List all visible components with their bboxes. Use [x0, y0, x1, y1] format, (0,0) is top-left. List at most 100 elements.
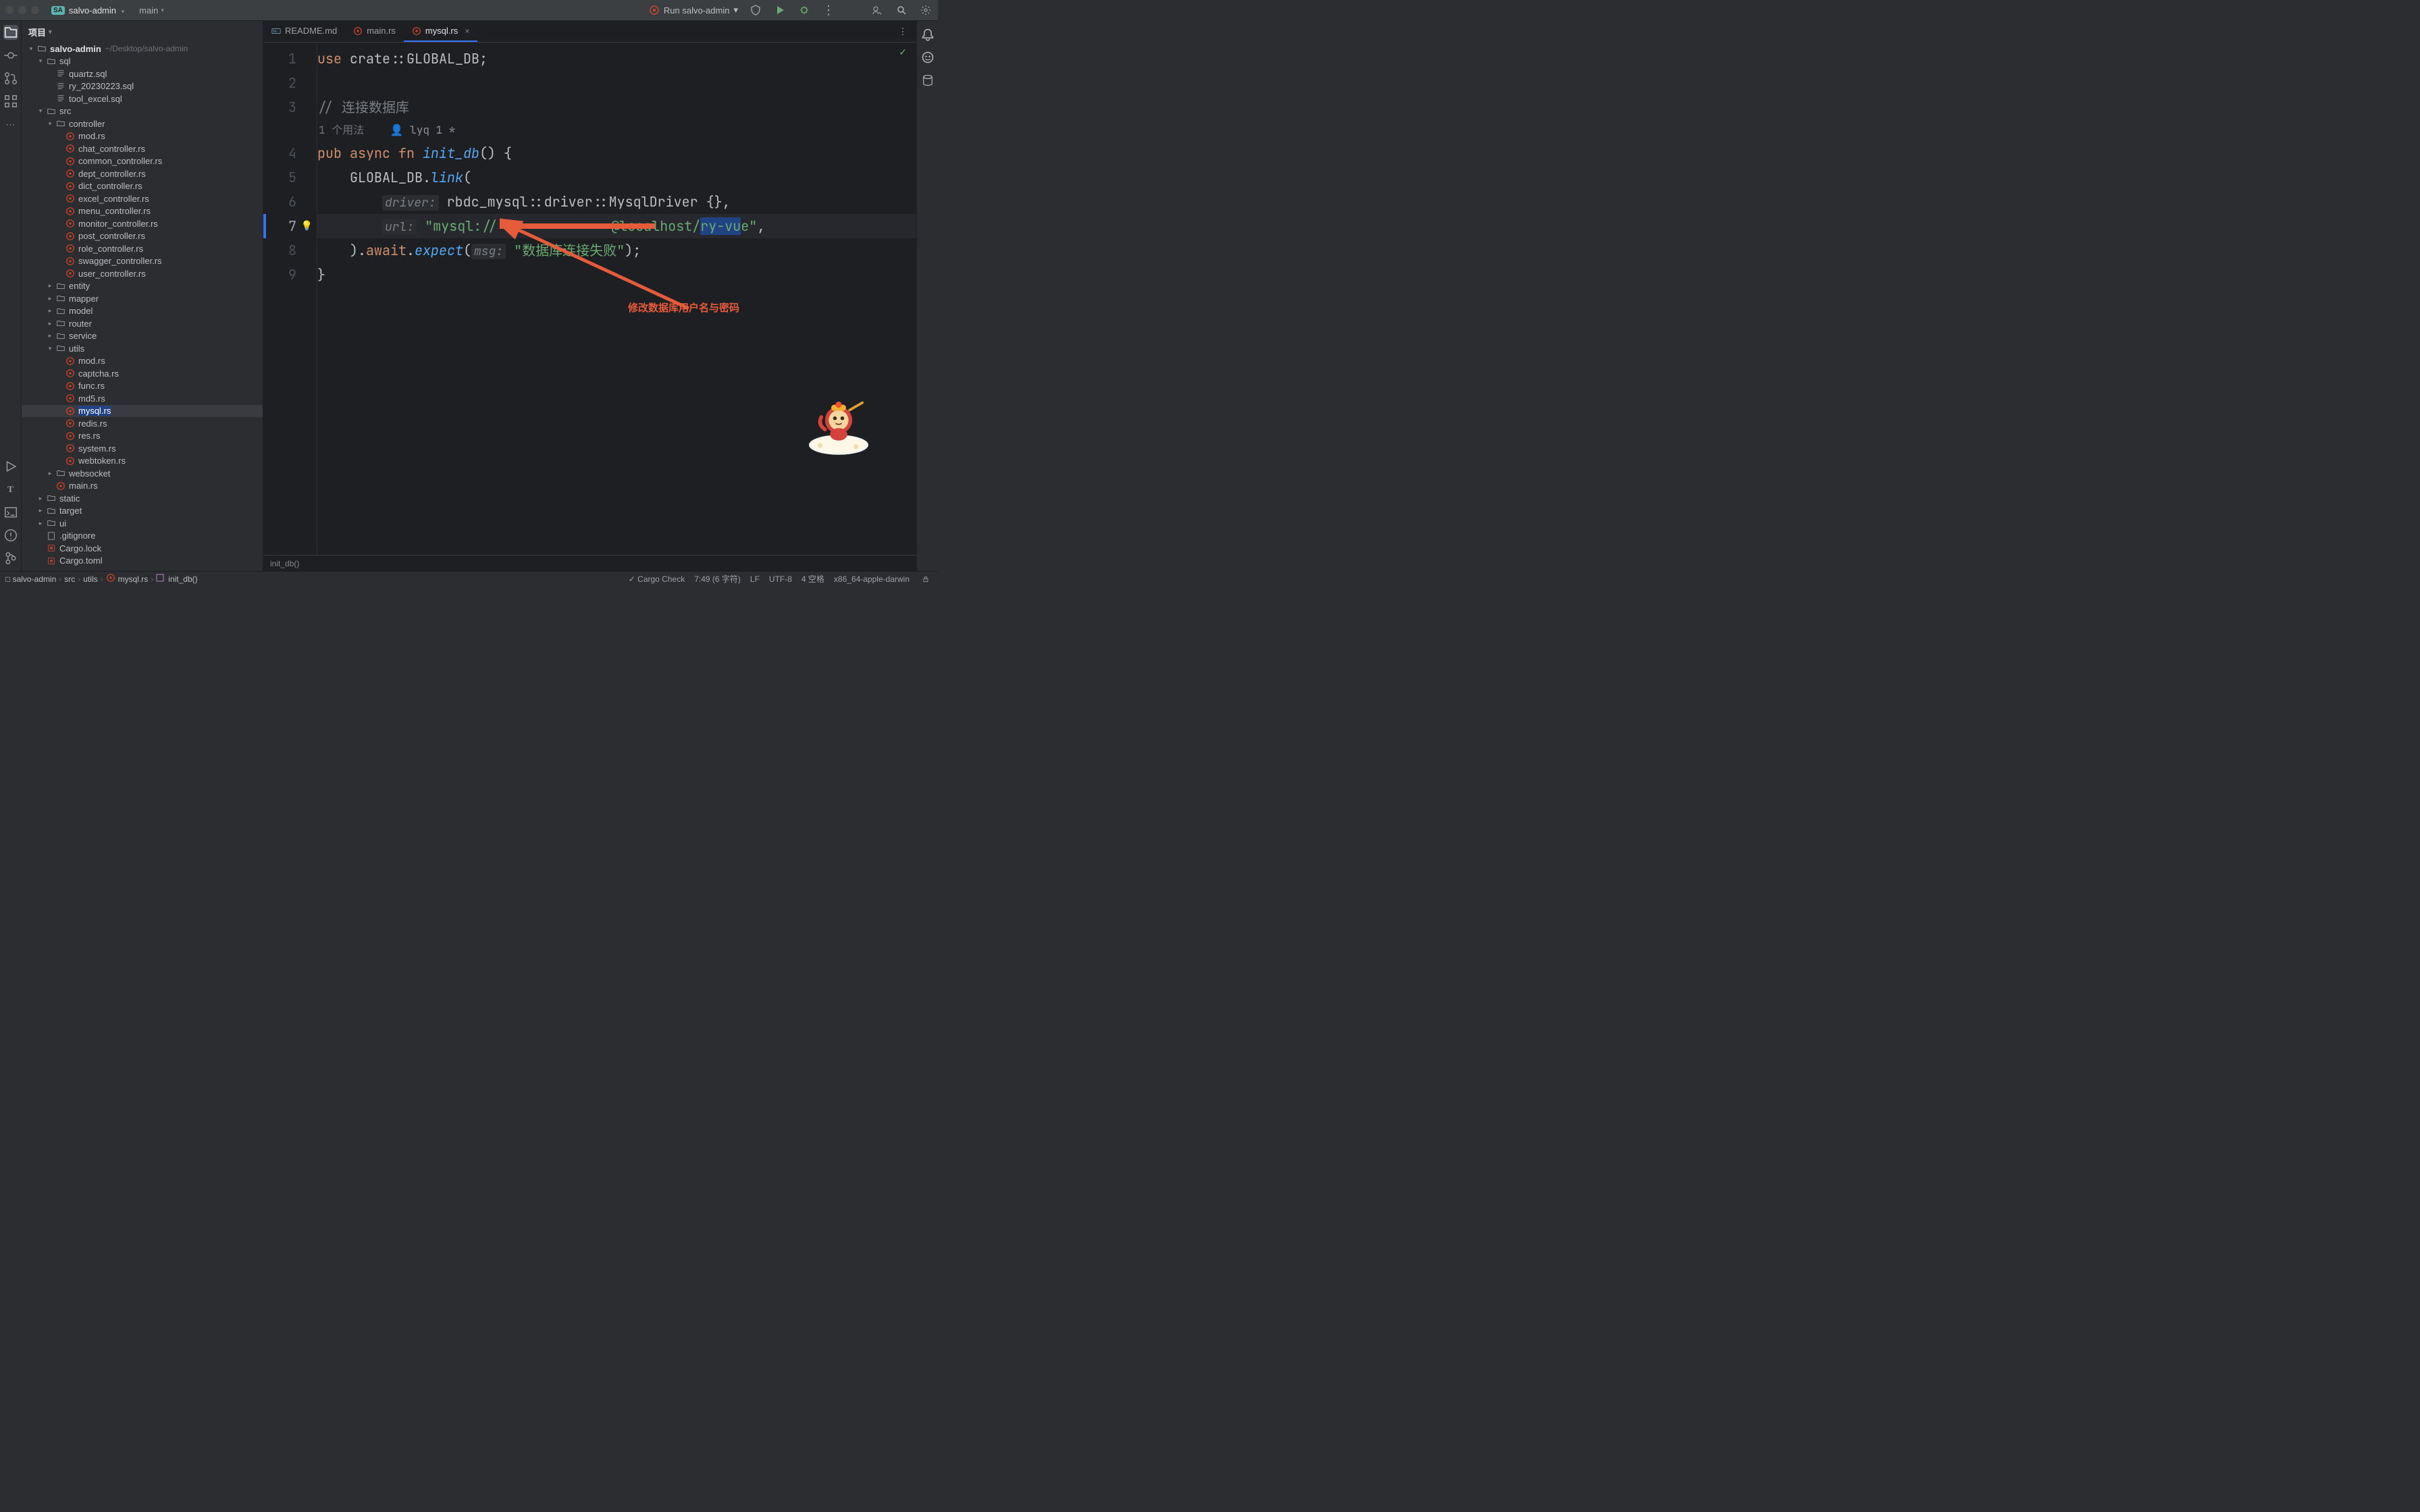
- tree-item-target[interactable]: ▸target: [22, 505, 263, 518]
- close-icon[interactable]: ×: [465, 26, 469, 36]
- tree-item-system-rs[interactable]: system.rs: [22, 442, 263, 455]
- navbar-item[interactable]: □ salvo-admin: [5, 574, 56, 584]
- tree-item-user_controller-rs[interactable]: user_controller.rs: [22, 267, 263, 280]
- tab-mysql-rs[interactable]: mysql.rs×: [404, 21, 477, 42]
- tree-item-monitor_controller-rs[interactable]: monitor_controller.rs: [22, 217, 263, 230]
- line-separator[interactable]: LF: [750, 574, 760, 584]
- tree-item-md5-rs[interactable]: md5.rs: [22, 392, 263, 405]
- project-tree[interactable]: ▾salvo-admin~/Desktop/salvo-admin▾sqlqua…: [22, 43, 263, 571]
- tree-item-captcha-rs[interactable]: captcha.rs: [22, 367, 263, 380]
- zoom-window[interactable]: [31, 6, 39, 14]
- navbar-item[interactable]: mysql.rs: [118, 574, 149, 584]
- navbar-item[interactable]: src: [64, 574, 75, 584]
- tree-item-dept_controller-rs[interactable]: dept_controller.rs: [22, 167, 263, 180]
- search-icon[interactable]: [895, 3, 908, 17]
- editor-body[interactable]: ✓ 1 2 3 4 5 6 7💡 8 9 use crate::GLOBAL_D…: [263, 43, 916, 555]
- tree-item-salvo-admin[interactable]: ▾salvo-admin~/Desktop/salvo-admin: [22, 43, 263, 55]
- tab-menu-icon[interactable]: ⋮: [896, 25, 910, 38]
- debug-button[interactable]: [797, 3, 811, 17]
- breadcrumb-item[interactable]: init_db(): [270, 559, 299, 568]
- usages-inlay[interactable]: 1 个用法 👤 lyq 1 *: [317, 123, 455, 137]
- tree-item-utils[interactable]: ▾utils: [22, 342, 263, 355]
- tree-item-redis-rs[interactable]: redis.rs: [22, 417, 263, 430]
- tab-README-md[interactable]: M↓README.md: [263, 21, 345, 42]
- tree-item-ry_20230223-sql[interactable]: ry_20230223.sql: [22, 80, 263, 93]
- more-tools[interactable]: ⋯: [3, 117, 18, 132]
- tab-main-rs[interactable]: main.rs: [345, 21, 404, 42]
- tree-item-excel_controller-rs[interactable]: excel_controller.rs: [22, 192, 263, 205]
- problems-tool[interactable]: [3, 528, 18, 543]
- tree-item--gitignore[interactable]: .gitignore: [22, 530, 263, 543]
- toolchain[interactable]: x86_64-apple-darwin: [834, 574, 910, 584]
- settings-icon[interactable]: [919, 3, 932, 17]
- tree-item-src[interactable]: ▾src: [22, 105, 263, 118]
- tree-item-service[interactable]: ▸service: [22, 330, 263, 343]
- tree-item-entity[interactable]: ▸entity: [22, 280, 263, 293]
- terminal-tool[interactable]: [3, 505, 18, 520]
- tree-item-main-rs[interactable]: main.rs: [22, 480, 263, 493]
- tree-item-sql[interactable]: ▾sql: [22, 55, 263, 68]
- intention-bulb-icon[interactable]: 💡: [301, 214, 313, 238]
- folder-icon: [46, 56, 57, 67]
- tree-item-func-rs[interactable]: func.rs: [22, 380, 263, 393]
- string: "mysql://: [417, 217, 498, 235]
- run-config-selector[interactable]: Run salvo-admin ▾: [649, 5, 738, 16]
- rust-file-icon: [65, 143, 76, 154]
- navbar-item[interactable]: init_db(): [168, 574, 197, 584]
- tree-item-webtoken-rs[interactable]: webtoken.rs: [22, 455, 263, 468]
- tree-item-model[interactable]: ▸model: [22, 305, 263, 318]
- run-button[interactable]: [773, 3, 787, 17]
- tree-item-post_controller-rs[interactable]: post_controller.rs: [22, 230, 263, 243]
- ai-assistant-icon[interactable]: [921, 51, 935, 64]
- tree-label: target: [59, 506, 82, 516]
- structure-tool[interactable]: [3, 94, 18, 109]
- tree-item-swagger_controller-rs[interactable]: swagger_controller.rs: [22, 255, 263, 268]
- tree-item-role_controller-rs[interactable]: role_controller.rs: [22, 242, 263, 255]
- encoding[interactable]: UTF-8: [769, 574, 792, 584]
- caret-position[interactable]: 7:49 (6 字符): [694, 573, 741, 585]
- tree-item-mapper[interactable]: ▸mapper: [22, 292, 263, 305]
- tree-item-router[interactable]: ▸router: [22, 317, 263, 330]
- tree-label: Cargo.toml: [59, 556, 103, 566]
- sidebar-header[interactable]: 项目 ▾: [22, 21, 263, 43]
- tree-item-mysql-rs[interactable]: mysql.rs: [22, 405, 263, 418]
- notifications-icon[interactable]: [921, 28, 935, 41]
- tree-item-common_controller-rs[interactable]: common_controller.rs: [22, 155, 263, 168]
- vcs-branch[interactable]: main ▾: [136, 5, 164, 16]
- tree-item-menu_controller-rs[interactable]: menu_controller.rs: [22, 205, 263, 218]
- readonly-lock-icon[interactable]: [919, 572, 932, 586]
- breadcrumbs[interactable]: init_db(): [263, 555, 916, 571]
- git-tool[interactable]: [3, 551, 18, 566]
- tree-item-static[interactable]: ▸static: [22, 492, 263, 505]
- tree-item-ui[interactable]: ▸ui: [22, 517, 263, 530]
- build-icon[interactable]: [749, 3, 762, 17]
- code-content[interactable]: use crate::GLOBAL_DB; // 连接数据库 1 个用法 👤 l…: [317, 43, 916, 555]
- tree-item-Cargo-lock[interactable]: Cargo.lock: [22, 542, 263, 555]
- tree-item-dict_controller-rs[interactable]: dict_controller.rs: [22, 180, 263, 193]
- cargo-check-widget[interactable]: ✓ Cargo Check: [629, 574, 685, 584]
- navbar[interactable]: □ salvo-admin›src›utils›mysql.rs›init_db…: [5, 573, 198, 585]
- tree-item-tool_excel-sql[interactable]: tool_excel.sql: [22, 92, 263, 105]
- commit-tool[interactable]: [3, 48, 18, 63]
- more-icon[interactable]: ⋮: [822, 3, 835, 17]
- tree-item-quartz-sql[interactable]: quartz.sql: [22, 68, 263, 80]
- tree-item-websocket[interactable]: ▸websocket: [22, 467, 263, 480]
- close-window[interactable]: [5, 6, 14, 14]
- tree-item-chat_controller-rs[interactable]: chat_controller.rs: [22, 142, 263, 155]
- tree-item-mod-rs[interactable]: mod.rs: [22, 355, 263, 368]
- database-tool-icon[interactable]: [921, 74, 935, 87]
- navbar-item[interactable]: utils: [83, 574, 97, 584]
- run-tool[interactable]: [3, 459, 18, 474]
- project-dropdown[interactable]: salvo-admin ▾: [69, 5, 124, 16]
- code-with-me-icon[interactable]: [870, 3, 884, 17]
- rust-file-icon: [65, 418, 76, 429]
- tree-item-controller[interactable]: ▾controller: [22, 117, 263, 130]
- project-tool[interactable]: [3, 25, 18, 40]
- tree-item-Cargo-toml[interactable]: Cargo.toml: [22, 555, 263, 568]
- indent[interactable]: 4 空格: [801, 573, 824, 585]
- tree-item-mod-rs[interactable]: mod.rs: [22, 130, 263, 143]
- tree-item-res-rs[interactable]: res.rs: [22, 430, 263, 443]
- minimize-window[interactable]: [18, 6, 26, 14]
- pull-requests-tool[interactable]: [3, 71, 18, 86]
- services-tool[interactable]: T: [3, 482, 18, 497]
